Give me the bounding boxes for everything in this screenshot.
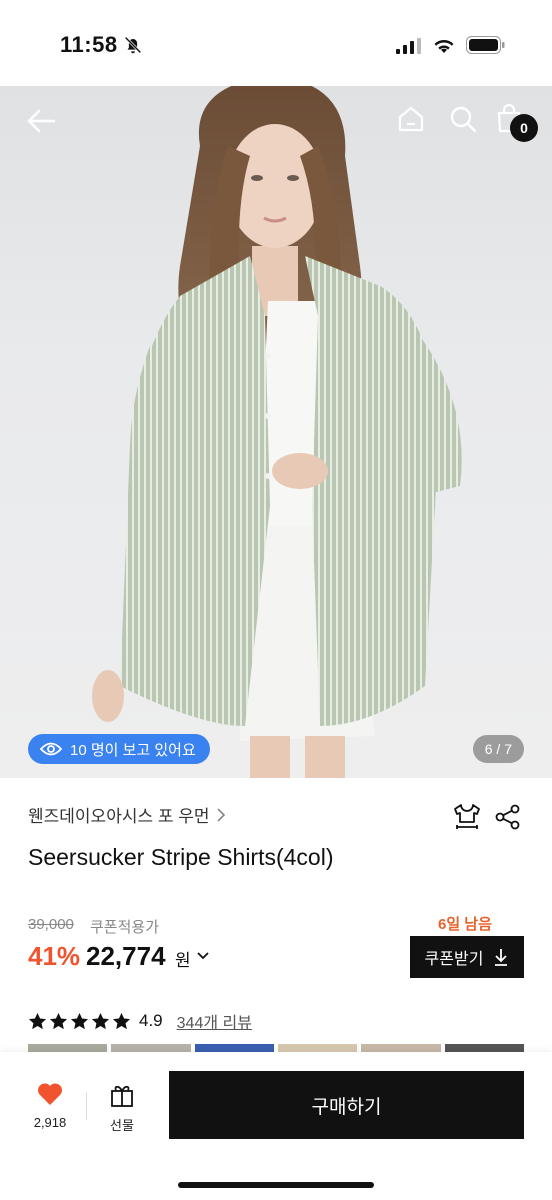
chevron-right-icon	[216, 807, 225, 822]
home-indicator	[178, 1182, 374, 1188]
bottom-action-bar: 2,918 선물 구매하기	[0, 1052, 552, 1200]
bell-off-icon	[124, 36, 142, 54]
signal-icon	[396, 38, 421, 54]
original-price: 39,000	[28, 916, 74, 933]
share-icon[interactable]	[494, 803, 522, 831]
discount-rate: 41%	[28, 941, 81, 971]
viewer-count-text: 10 명이 보고 있어요	[70, 741, 196, 759]
review-count-link[interactable]: 344개 리뷰	[177, 1009, 252, 1033]
star-icon	[49, 1012, 68, 1029]
sale-price: 22,774	[86, 941, 166, 971]
like-count: 2,918	[33, 1115, 67, 1130]
product-title: Seersucker Stripe Shirts(4col)	[28, 844, 334, 870]
gift-label: 선물	[110, 1118, 134, 1133]
buy-button[interactable]: 구매하기	[169, 1071, 524, 1139]
viewer-count-badge: 10 명이 보고 있어요	[28, 734, 210, 764]
status-bar: 11:58	[0, 0, 552, 86]
rating-row: 4.9 344개 리뷰	[28, 1009, 252, 1033]
rating-value: 4.9	[139, 1011, 163, 1030]
buy-button-label: 구매하기	[311, 1096, 382, 1118]
star-icon	[91, 1012, 110, 1029]
heart-icon	[37, 1083, 63, 1105]
brand-link[interactable]: 웬즈데이오아시스 포 우먼	[28, 802, 226, 827]
product-image[interactable]: 0 10 명이 보고 있어요 6 / 7	[0, 86, 552, 778]
search-icon[interactable]	[448, 104, 478, 134]
coupon-price-note: 쿠폰적용가	[90, 919, 160, 936]
coupon-days-left: 6일 남음	[438, 916, 492, 933]
status-time: 11:58	[60, 32, 118, 57]
eye-icon	[40, 742, 62, 756]
star-icon	[70, 1012, 89, 1029]
coupon-button-label: 쿠폰받기	[424, 951, 484, 968]
star-icon	[28, 1012, 47, 1029]
product-photo	[92, 86, 462, 778]
chevron-down-icon[interactable]	[196, 950, 210, 962]
battery-icon	[466, 36, 505, 54]
gift-button[interactable]: 선물	[100, 1082, 144, 1138]
like-button[interactable]: 2,918	[26, 1082, 74, 1138]
wifi-icon	[434, 39, 454, 53]
download-icon	[495, 949, 508, 966]
coupon-download-button[interactable]: 쿠폰받기	[410, 936, 524, 978]
size-guide-icon[interactable]	[452, 802, 482, 832]
home-icon[interactable]	[396, 104, 426, 134]
image-page-indicator: 6 / 7	[472, 735, 524, 763]
currency-label[interactable]: 원	[175, 946, 191, 971]
back-arrow-icon[interactable]	[24, 104, 58, 138]
divider	[86, 1092, 87, 1120]
brand-name: 웬즈데이오아시스 포 우먼	[28, 807, 210, 826]
star-icon	[112, 1012, 131, 1029]
gift-icon	[111, 1085, 133, 1107]
cart-count-badge[interactable]: 0	[510, 114, 538, 142]
